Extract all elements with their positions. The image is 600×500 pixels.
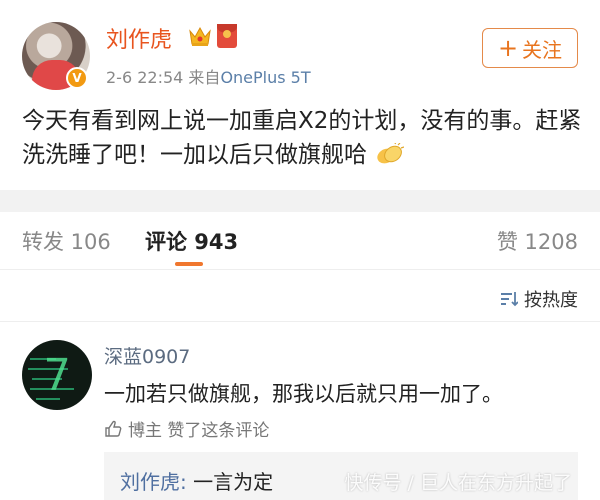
- reply-box[interactable]: 刘作虎: 一言为定 快传号 / 巨人在东方升起了: [104, 452, 578, 500]
- active-tab-indicator: [175, 262, 203, 266]
- sort-icon: [501, 292, 518, 307]
- weibo-post: V 刘作虎 2-6 22:54 来自OnePlus 5T + 关注 今天有看到网…: [0, 0, 600, 190]
- tab-comment[interactable]: 评论 943: [145, 226, 238, 256]
- avatar-seven-glyph: 7: [44, 350, 71, 401]
- reply: 刘作虎: 一言为定: [120, 466, 273, 495]
- watermark: 快传号 / 巨人在东方升起了: [344, 472, 572, 494]
- sort-bar: 按热度: [0, 271, 600, 321]
- verified-badge-icon: V: [66, 67, 88, 89]
- sort-label: 按热度: [524, 290, 578, 311]
- post-username[interactable]: 刘作虎: [106, 22, 172, 54]
- liked-text: 博主 赞了这条评论: [128, 421, 270, 441]
- divider: [0, 321, 600, 322]
- thumbs-up-icon: [105, 420, 122, 437]
- clap-emoji-icon: [377, 143, 405, 164]
- author-liked-note: 博主 赞了这条评论: [104, 416, 269, 441]
- commenter-avatar[interactable]: 7: [22, 340, 92, 410]
- follow-button[interactable]: + 关注: [482, 28, 578, 68]
- post-source[interactable]: OnePlus 5T: [220, 68, 310, 87]
- sort-by-hot-button[interactable]: 按热度: [500, 286, 578, 312]
- reply-text: 一言为定: [186, 470, 274, 494]
- tab-like[interactable]: 赞 1208: [497, 226, 578, 256]
- comment-text: 一加若只做旗舰，那我以后就只用一加了。: [104, 382, 503, 406]
- source-prefix: 来自: [188, 68, 221, 87]
- post-text: 今天有看到网上说一加重启X2的计划，没有的事。赶紧洗洗睡了吧！一加以后只做旗舰哈: [22, 108, 582, 168]
- reply-username[interactable]: 刘作虎:: [120, 470, 187, 494]
- tab-repost[interactable]: 转发 106: [22, 226, 111, 256]
- interaction-tabs: 转发 106 评论 943 赞 1208: [0, 212, 600, 270]
- vip-crown-icon: [189, 26, 211, 46]
- plus-icon: +: [497, 34, 519, 62]
- red-packet-seal: [223, 30, 231, 38]
- red-packet-icon: [217, 24, 237, 48]
- section-gap: [0, 190, 600, 212]
- post-meta: 2-6 22:54 来自OnePlus 5T: [106, 64, 311, 88]
- follow-label: 关注: [522, 37, 563, 62]
- commenter-username[interactable]: 深蓝0907: [104, 342, 190, 369]
- post-time: 2-6 22:54: [106, 68, 184, 87]
- post-content: 今天有看到网上说一加重启X2的计划，没有的事。赶紧洗洗睡了吧！一加以后只做旗舰哈: [22, 104, 582, 172]
